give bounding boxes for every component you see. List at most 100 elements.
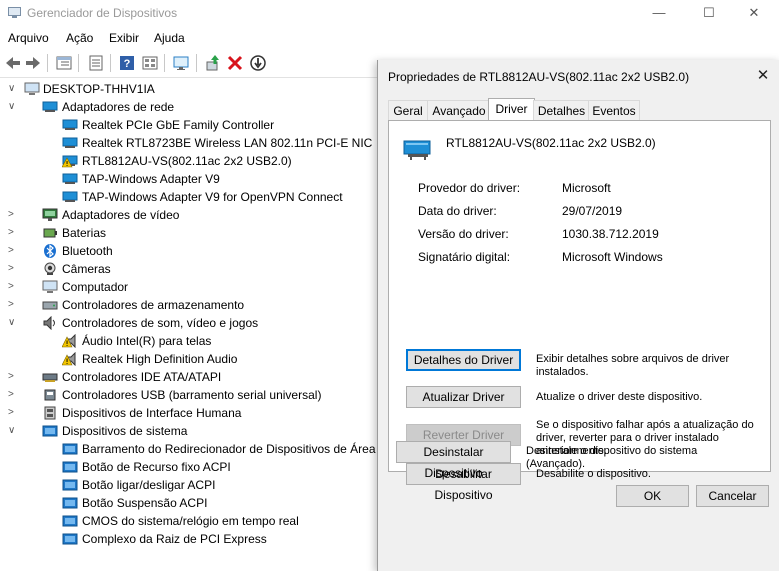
tree-category[interactable]: ∨ Dispositivos de sistema (0, 422, 380, 440)
update-driver-button[interactable]: Atualizar Driver (406, 386, 521, 408)
driver-details-button[interactable]: Detalhes do Driver (406, 349, 521, 371)
system-device-icon (62, 496, 78, 510)
tree-device[interactable]: Botão Suspensão ACPI (0, 494, 380, 512)
tree-item-label: Controladores IDE ATA/ATAPI (62, 370, 222, 384)
tree-device[interactable]: RTL8812AU-VS(802.11ac 2x2 USB2.0) (0, 152, 380, 170)
tree-category[interactable]: > Dispositivos de Interface Humana (0, 404, 380, 422)
tree-item-label: Botão Suspensão ACPI (82, 496, 208, 510)
expand-chevron-icon[interactable]: > (8, 368, 18, 386)
tree-device[interactable]: TAP-Windows Adapter V9 (0, 170, 380, 188)
system-device-icon (62, 442, 78, 456)
uninstall-device-description: Desinstale o dispositivo do sistema (Ava… (526, 445, 698, 470)
expand-chevron-icon[interactable]: > (8, 278, 18, 296)
driver-tab-panel: RTL8812AU-VS(802.11ac 2x2 USB2.0) Proved… (388, 120, 771, 502)
tree-item-label: CMOS do sistema/relógio em tempo real (82, 514, 299, 528)
disable-icon[interactable] (249, 54, 267, 72)
tree-item-label: Controladores de armazenamento (62, 298, 245, 312)
update-driver-icon[interactable] (204, 54, 222, 72)
maximize-button[interactable]: ☐ (686, 0, 732, 28)
expand-chevron-icon[interactable]: > (8, 242, 18, 260)
expand-chevron-icon[interactable]: > (8, 296, 18, 314)
collapse-chevron-icon[interactable]: ∨ (8, 98, 18, 116)
tree-device[interactable]: Botão de Recurso fixo ACPI (0, 458, 380, 476)
network-adapter-icon (62, 190, 78, 204)
device-tree[interactable]: ∨ DESKTOP-THHV1IA ∨ Adaptadores de rede Re… (0, 78, 380, 571)
computer-icon (42, 280, 58, 294)
properties-icon[interactable] (87, 54, 105, 72)
tab-eventos[interactable]: Eventos (588, 100, 640, 121)
tree-device[interactable]: Realtek RTL8723BE Wireless LAN 802.11n P… (0, 134, 380, 152)
expand-chevron-icon[interactable]: > (8, 404, 18, 422)
tree-device[interactable]: Botão ligar/desligar ACPI (0, 476, 380, 494)
tree-item-label: Realtek High Definition Audio (82, 352, 238, 366)
tree-category[interactable]: > Controladores de armazenamento (0, 296, 380, 314)
menu-ajuda[interactable]: Ajuda (154, 31, 185, 45)
tree-item-label: Botão de Recurso fixo ACPI (82, 460, 231, 474)
tree-device[interactable]: Realtek High Definition Audio (0, 350, 380, 368)
tree-device[interactable]: Barramento do Redirecionador de Disposit… (0, 440, 380, 458)
scan-monitor-icon[interactable] (172, 54, 190, 72)
expand-chevron-icon[interactable]: > (8, 224, 18, 242)
tree-category[interactable]: ∨ Adaptadores de rede (0, 98, 380, 116)
show-hidden-icon[interactable] (141, 54, 159, 72)
tree-item-label: Câmeras (62, 262, 111, 276)
tree-category[interactable]: > Câmeras (0, 260, 380, 278)
tree-device[interactable]: TAP-Windows Adapter V9 for OpenVPN Conne… (0, 188, 380, 206)
tree-root[interactable]: ∨ DESKTOP-THHV1IA (0, 80, 380, 98)
tree-category[interactable]: > Controladores IDE ATA/ATAPI (0, 368, 380, 386)
tab-avancado[interactable]: Avançado (427, 100, 491, 121)
back-arrow-icon[interactable] (4, 54, 22, 72)
tree-item-label: Controladores de som, vídeo e jogos (62, 316, 259, 330)
driver-version-label: Versão do driver: (418, 227, 509, 241)
uninstall-icon[interactable] (226, 54, 244, 72)
tree-category[interactable]: > Bluetooth (0, 242, 380, 260)
uninstall-device-button[interactable]: Desinstalar Dispositivo (396, 441, 511, 480)
toolbar: ? (0, 49, 380, 78)
menu-arquivo[interactable]: Arquivo (8, 31, 49, 45)
toolbar-separator (78, 54, 79, 72)
tree-device[interactable]: Complexo da Raiz de PCI Express (0, 530, 380, 548)
expand-chevron-icon[interactable]: > (8, 260, 18, 278)
update-driver-description: Atualize o driver deste dispositivo. (536, 391, 703, 403)
menu-exibir[interactable]: Exibir (109, 31, 139, 45)
tab-detalhes[interactable]: Detalhes (533, 100, 590, 121)
device-manager-app-icon (8, 7, 21, 19)
tree-category[interactable]: > Computador (0, 278, 380, 296)
view-icon[interactable] (55, 54, 73, 72)
close-button[interactable]: ✕ (731, 0, 777, 28)
tree-item-label: Controladores USB (barramento serial uni… (62, 388, 322, 402)
tree-device[interactable]: Realtek PCIe GbE Family Controller (0, 116, 380, 134)
tree-device[interactable]: Áudio Intel(R) para telas (0, 332, 380, 350)
collapse-chevron-icon[interactable]: ∨ (8, 314, 18, 332)
network-adapter-icon (62, 118, 78, 132)
system-device-icon (62, 478, 78, 492)
cancel-button[interactable]: Cancelar (696, 485, 769, 507)
tree-category[interactable]: > Adaptadores de vídeo (0, 206, 380, 224)
app-title: Gerenciador de Dispositivos (27, 6, 178, 20)
expand-chevron-icon[interactable]: > (8, 386, 18, 404)
minimize-button[interactable]: — (636, 0, 682, 28)
tree-item-label: Adaptadores de rede (62, 100, 175, 114)
tree-item-label: Áudio Intel(R) para telas (82, 334, 212, 348)
toolbar-separator (47, 54, 48, 72)
tree-item-label: RTL8812AU-VS(802.11ac 2x2 USB2.0) (82, 154, 292, 168)
network-adapter-icon (62, 136, 78, 150)
tree-category[interactable]: > Baterias (0, 224, 380, 242)
tab-driver[interactable]: Driver (488, 98, 535, 121)
tree-category[interactable]: > Controladores USB (barramento serial un… (0, 386, 380, 404)
network-adapter-icon (62, 172, 78, 186)
tab-geral[interactable]: Geral (388, 100, 428, 121)
forward-arrow-icon[interactable] (24, 54, 42, 72)
camera-icon (42, 262, 58, 276)
dialog-close-button[interactable]: ✕ (752, 66, 774, 86)
collapse-chevron-icon[interactable]: ∨ (8, 80, 18, 98)
bluetooth-icon (42, 244, 58, 258)
expand-chevron-icon[interactable]: > (8, 206, 18, 224)
display-adapter-icon (42, 208, 58, 222)
collapse-chevron-icon[interactable]: ∨ (8, 422, 18, 440)
menu-acao[interactable]: Ação (66, 31, 93, 45)
ok-button[interactable]: OK (616, 485, 689, 507)
tree-category[interactable]: ∨ Controladores de som, vídeo e jogos (0, 314, 380, 332)
tree-device[interactable]: CMOS do sistema/relógio em tempo real (0, 512, 380, 530)
help-icon[interactable]: ? (118, 54, 136, 72)
